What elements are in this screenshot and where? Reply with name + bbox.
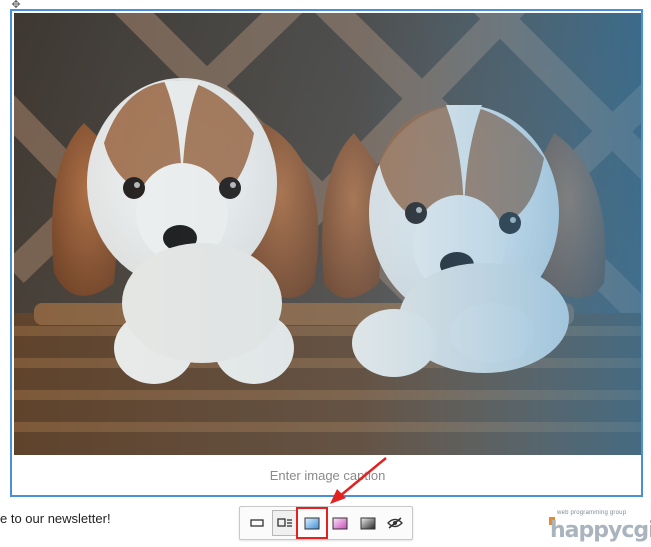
no-filter-icon[interactable] xyxy=(382,510,408,536)
grayscale-filter-icon[interactable] xyxy=(355,510,381,536)
full-width-icon[interactable] xyxy=(244,510,270,536)
blue-filter-icon[interactable] xyxy=(296,507,328,539)
image-widget[interactable]: Enter image caption xyxy=(10,9,643,497)
puppies-photo xyxy=(14,13,641,455)
pink-filter-icon[interactable] xyxy=(327,510,353,536)
logo-wordmark: happycgi xyxy=(550,518,651,543)
annotation-arrow xyxy=(330,457,387,504)
side-image-icon[interactable] xyxy=(271,510,298,536)
happycgi-logo: web programming group happycgi xyxy=(549,510,651,543)
image-toolbar xyxy=(239,506,413,540)
logo-tagline: web programming group xyxy=(557,510,627,516)
newsletter-text: e to our newsletter! xyxy=(0,511,111,526)
